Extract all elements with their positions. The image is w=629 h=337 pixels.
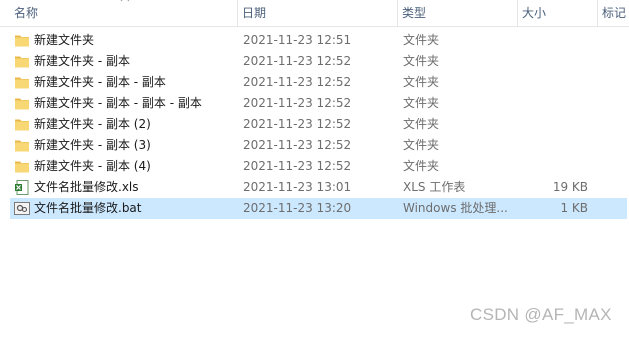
column-header-tags[interactable]: 标记 <box>598 0 629 26</box>
file-name: 新建文件夹 <box>34 33 95 47</box>
file-date: 2021-11-23 12:52 <box>243 54 352 68</box>
file-type: 文件夹 <box>403 75 440 89</box>
file-type: 文件夹 <box>403 96 440 110</box>
folder-icon <box>14 117 30 132</box>
file-row[interactable]: 新建文件夹 - 副本 - 副本 2021-11-23 12:52 文件夹 <box>10 72 627 93</box>
file-name: 新建文件夹 - 副本 (4) <box>34 159 151 173</box>
file-date: 2021-11-23 12:52 <box>243 138 352 152</box>
folder-icon <box>14 159 30 174</box>
file-date: 2021-11-23 12:52 <box>243 159 352 173</box>
file-row[interactable]: 新建文件夹 - 副本 (4) 2021-11-23 12:52 文件夹 <box>10 156 627 177</box>
bat-file-icon <box>14 201 30 216</box>
file-name: 新建文件夹 - 副本 (3) <box>34 138 151 152</box>
file-row[interactable]: 新建文件夹 - 副本 (2) 2021-11-23 12:52 文件夹 <box>10 114 627 135</box>
file-row[interactable]: 新建文件夹 - 副本 (3) 2021-11-23 12:52 文件夹 <box>10 135 627 156</box>
folder-icon <box>14 54 30 69</box>
folder-icon <box>14 138 30 153</box>
file-name: 文件名批量修改.bat <box>34 201 142 215</box>
column-header-date[interactable]: 日期 <box>238 0 398 26</box>
file-type: Windows 批处理... <box>403 201 508 215</box>
file-size <box>522 156 588 177</box>
column-header-name[interactable]: 名称 <box>10 0 238 26</box>
file-size <box>522 72 588 93</box>
file-date: 2021-11-23 12:52 <box>243 117 352 131</box>
file-row[interactable]: 新建文件夹 - 副本 2021-11-23 12:52 文件夹 <box>10 51 627 72</box>
file-name: 新建文件夹 - 副本 (2) <box>34 117 151 131</box>
file-type: 文件夹 <box>403 138 440 152</box>
column-header-bar: 名称 日期 类型 大小 标记 <box>0 0 629 27</box>
file-row[interactable]: 新建文件夹 - 副本 - 副本 - 副本 2021-11-23 12:52 文件夹 <box>10 93 627 114</box>
file-type: 文件夹 <box>403 159 440 173</box>
file-name: 新建文件夹 - 副本 - 副本 <box>34 75 166 89</box>
file-row[interactable]: 文件名批量修改.xls 2021-11-23 13:01 XLS 工作表 19 KB <box>10 177 627 198</box>
file-list: 新建文件夹 2021-11-23 12:51 文件夹 新建文件夹 - 副本 2021-1… <box>0 30 629 219</box>
file-type: 文件夹 <box>403 33 440 47</box>
file-size <box>522 93 588 114</box>
file-row[interactable]: 新建文件夹 2021-11-23 12:51 文件夹 <box>10 30 627 51</box>
file-date: 2021-11-23 13:01 <box>243 180 352 194</box>
file-date: 2021-11-23 13:20 <box>243 201 352 215</box>
column-header-size[interactable]: 大小 <box>518 0 598 26</box>
folder-icon <box>14 33 30 48</box>
file-date: 2021-11-23 12:51 <box>243 33 352 47</box>
file-date: 2021-11-23 12:52 <box>243 75 352 89</box>
column-header-type[interactable]: 类型 <box>398 0 518 26</box>
file-size: 19 KB <box>552 180 588 194</box>
file-size <box>522 135 588 156</box>
file-type: 文件夹 <box>403 117 440 131</box>
file-name: 新建文件夹 - 副本 <box>34 54 130 68</box>
xls-file-icon <box>14 180 30 195</box>
file-size <box>522 51 588 72</box>
file-size <box>522 114 588 135</box>
file-row[interactable]: 文件名批量修改.bat 2021-11-23 13:20 Windows 批处理..… <box>10 198 627 219</box>
file-name: 新建文件夹 - 副本 - 副本 - 副本 <box>34 96 202 110</box>
file-size <box>522 30 588 51</box>
file-date: 2021-11-23 12:52 <box>243 96 352 110</box>
file-name: 文件名批量修改.xls <box>34 180 139 194</box>
folder-icon <box>14 75 30 90</box>
file-type: 文件夹 <box>403 54 440 68</box>
file-size: 1 KB <box>560 201 588 215</box>
folder-icon <box>14 96 30 111</box>
file-type: XLS 工作表 <box>403 180 466 194</box>
watermark: CSDN @AF_MAX <box>470 305 612 324</box>
